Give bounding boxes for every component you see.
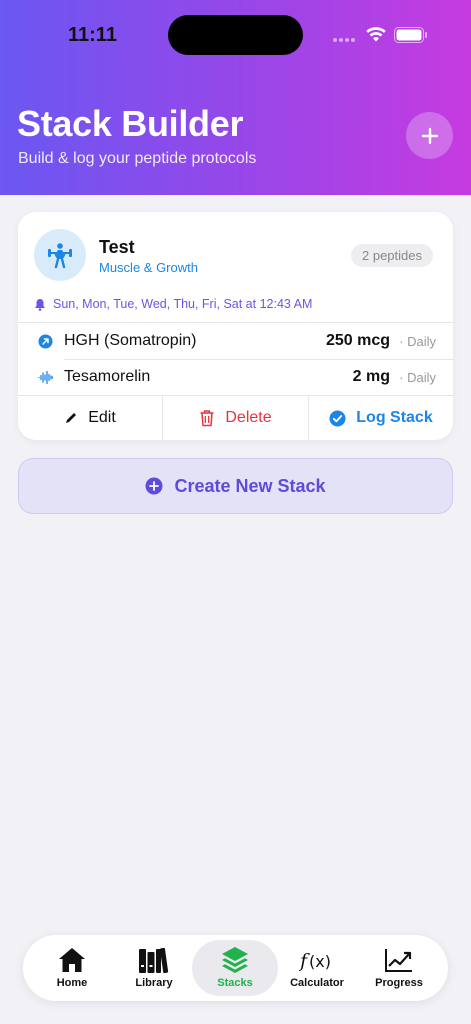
peptide-row[interactable]: HGH (Somatropin) 250 mcg · Daily <box>18 323 453 359</box>
house-icon <box>59 948 85 972</box>
pencil-icon <box>66 413 77 423</box>
chart-line-icon <box>385 949 412 972</box>
stack-avatar <box>34 229 86 281</box>
wifi-icon <box>366 27 386 42</box>
peptide-dose: 250 mcg <box>325 332 390 349</box>
delete-button[interactable]: Delete <box>163 396 308 440</box>
tab-progress[interactable]: Progress <box>356 940 442 996</box>
plus-circle-icon <box>145 477 163 495</box>
header: 11:11 Stack Builder Build & log your pep… <box>0 0 471 195</box>
plus-icon <box>421 127 438 144</box>
weightlifter-icon <box>48 243 72 269</box>
arrow-up-right-circle-icon <box>38 334 53 349</box>
log-stack-button[interactable]: Log Stack <box>309 396 453 440</box>
tab-calculator[interactable]: ƒ (x) Calculator <box>274 940 360 996</box>
tab-label: Library <box>135 977 173 989</box>
signal-icon <box>333 38 355 42</box>
peptide-frequency: · Daily <box>399 370 436 385</box>
tab-label: Stacks <box>217 977 253 989</box>
tab-label: Home <box>56 977 88 989</box>
tab-bar: Home Library Stacks ƒ (x) Calculator Pro… <box>23 935 448 1001</box>
page-title: Stack Builder <box>17 103 244 144</box>
tab-label: Progress <box>375 977 423 989</box>
edit-label: Edit <box>88 409 116 426</box>
checkmark-circle-icon <box>329 410 346 426</box>
peptide-row[interactable]: Tesamorelin 2 mg · Daily <box>18 359 453 395</box>
tab-label: Calculator <box>290 977 344 989</box>
stack-name: Test <box>99 237 135 257</box>
peptide-name: HGH (Somatropin) <box>64 332 197 349</box>
schedule-text: Sun, Mon, Tue, Wed, Thu, Fri, Sat at 12:… <box>53 297 313 311</box>
edit-button[interactable]: Edit <box>18 396 162 440</box>
bell-icon <box>35 298 45 311</box>
svg-text:(x): (x) <box>309 952 331 971</box>
add-stack-button[interactable] <box>406 112 453 159</box>
waveform-icon <box>38 370 53 385</box>
layers-icon <box>222 947 248 973</box>
trash-icon <box>200 410 214 427</box>
peptide-dose: 2 mg <box>352 368 390 385</box>
create-new-stack-label: Create New Stack <box>174 475 326 496</box>
peptide-count-badge: 2 peptides <box>351 244 433 267</box>
books-icon <box>139 947 169 974</box>
page-subtitle: Build & log your peptide protocols <box>18 150 257 167</box>
status-bar: 11:11 <box>0 0 471 70</box>
function-icon: ƒ (x) <box>299 950 331 972</box>
tab-library[interactable]: Library <box>111 940 197 996</box>
stack-card[interactable]: Test Muscle & Growth 2 peptides Sun, Mon… <box>18 212 453 440</box>
stack-category: Muscle & Growth <box>99 260 198 275</box>
delete-label: Delete <box>225 409 272 426</box>
status-time: 11:11 <box>68 24 117 46</box>
tab-stacks[interactable]: Stacks <box>192 940 278 996</box>
schedule-row: Sun, Mon, Tue, Wed, Thu, Fri, Sat at 12:… <box>34 297 312 311</box>
battery-icon <box>394 27 427 43</box>
create-new-stack-button[interactable]: Create New Stack <box>18 458 453 514</box>
peptide-name: Tesamorelin <box>64 368 151 385</box>
tab-home[interactable]: Home <box>29 940 115 996</box>
peptide-frequency: · Daily <box>399 334 436 349</box>
log-stack-label: Log Stack <box>356 409 433 426</box>
dynamic-island <box>168 15 303 55</box>
